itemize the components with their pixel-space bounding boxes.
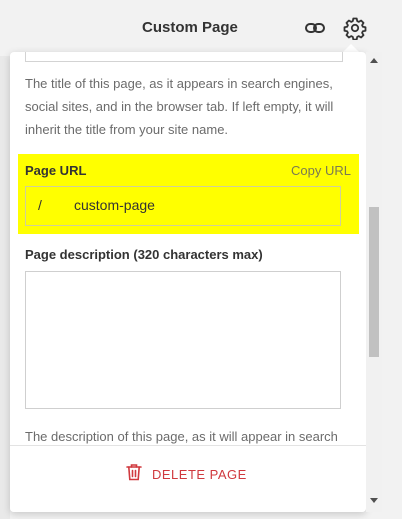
background-page	[0, 56, 10, 519]
url-prefix: /	[38, 197, 42, 213]
panel-scrollbar[interactable]	[366, 52, 382, 512]
page-title: Custom Page	[142, 19, 238, 36]
copy-url-link[interactable]: Copy URL	[291, 163, 351, 178]
delete-page-label: DELETE PAGE	[152, 466, 247, 482]
page-url-input[interactable]: custom-page	[74, 197, 155, 213]
scroll-down-arrow[interactable]	[370, 498, 378, 503]
page-description-textarea[interactable]	[25, 271, 341, 409]
scrollbar-thumb[interactable]	[369, 207, 379, 357]
delete-page-button[interactable]: DELETE PAGE	[126, 462, 247, 486]
page-url-section: Page URL Copy URL / custom-page	[18, 154, 359, 234]
page-url-field[interactable]: / custom-page	[25, 186, 341, 226]
panel-footer: DELETE PAGE	[10, 445, 366, 512]
scroll-up-arrow[interactable]	[370, 58, 378, 63]
link-icon[interactable]	[303, 16, 327, 40]
page-title-input[interactable]	[25, 52, 343, 62]
page-description-label: Page description (320 characters max)	[25, 247, 263, 262]
page-title-help: The title of this page, as it appears in…	[25, 76, 334, 137]
page-settings-panel: The title of this page, as it appears in…	[10, 52, 366, 512]
trash-icon	[126, 463, 142, 486]
page-url-label: Page URL	[25, 163, 87, 178]
popover-caret	[343, 44, 359, 52]
top-bar: Custom Page	[0, 0, 402, 56]
gear-icon[interactable]	[343, 16, 367, 41]
